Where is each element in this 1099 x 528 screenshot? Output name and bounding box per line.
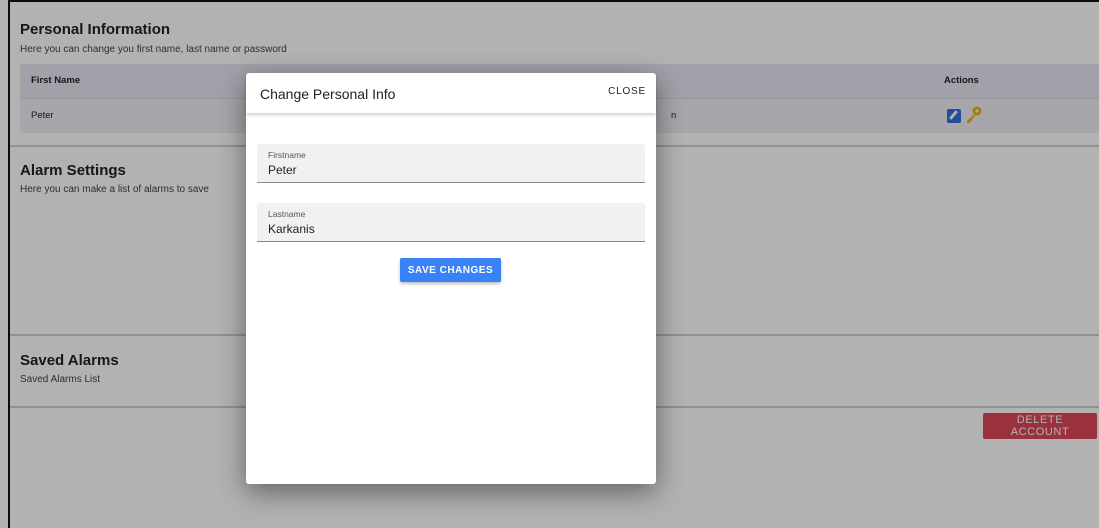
dialog-header: Change Personal Info CLOSE bbox=[246, 73, 656, 113]
save-changes-button[interactable]: SAVE CHANGES bbox=[400, 258, 501, 282]
lastname-field[interactable]: Lastname Karkanis bbox=[257, 203, 645, 242]
close-button[interactable]: CLOSE bbox=[608, 86, 646, 97]
firstname-label: Firstname bbox=[268, 150, 306, 160]
change-personal-info-dialog: Change Personal Info CLOSE Firstname Pet… bbox=[246, 73, 656, 484]
lastname-label: Lastname bbox=[268, 209, 306, 219]
firstname-input[interactable]: Peter bbox=[268, 163, 297, 177]
firstname-field[interactable]: Firstname Peter bbox=[257, 144, 645, 183]
dialog-title: Change Personal Info bbox=[260, 86, 396, 102]
lastname-input[interactable]: Karkanis bbox=[268, 222, 315, 236]
